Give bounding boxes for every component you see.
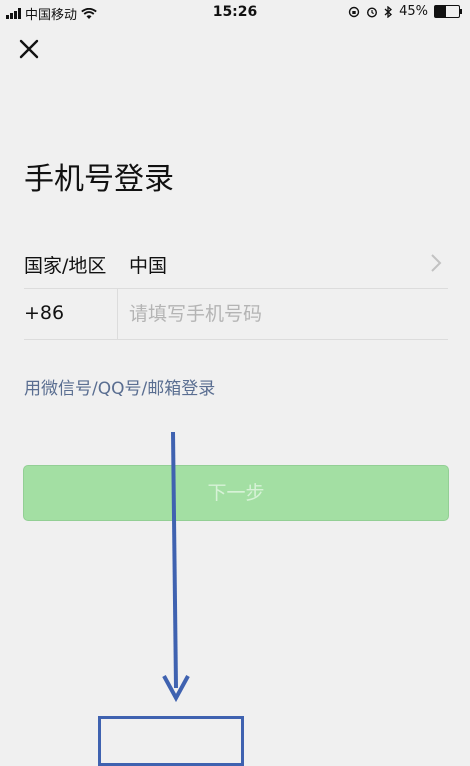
alt-login-link[interactable]: 用微信号/QQ号/邮箱登录 [24,374,215,399]
divider [117,289,118,339]
region-value: 中国 [129,255,168,277]
battery-percent: 45% [399,4,428,19]
status-bar: 中国移动 15:26 45% [0,0,470,26]
chevron-right-icon [431,254,442,272]
arrow-head [162,675,190,703]
battery-icon [434,5,462,18]
close-button[interactable] [18,38,40,60]
phone-row: +86 [24,289,448,340]
battery-fill [435,6,446,17]
annotation-highlight-box [98,716,244,766]
bluetooth-icon [384,5,393,18]
next-button[interactable]: 下一步 [23,465,449,521]
status-right: 45% [348,4,462,19]
page-title: 手机号登录 [24,162,174,197]
region-label: 国家/地区 [24,255,107,277]
alarm-icon [367,6,378,18]
region-selector[interactable]: 国家/地区 中国 [24,238,448,289]
phone-number-input[interactable] [129,299,439,329]
country-code[interactable]: +86 [24,302,64,324]
close-icon [19,39,39,59]
orientation-lock-icon [348,6,360,17]
